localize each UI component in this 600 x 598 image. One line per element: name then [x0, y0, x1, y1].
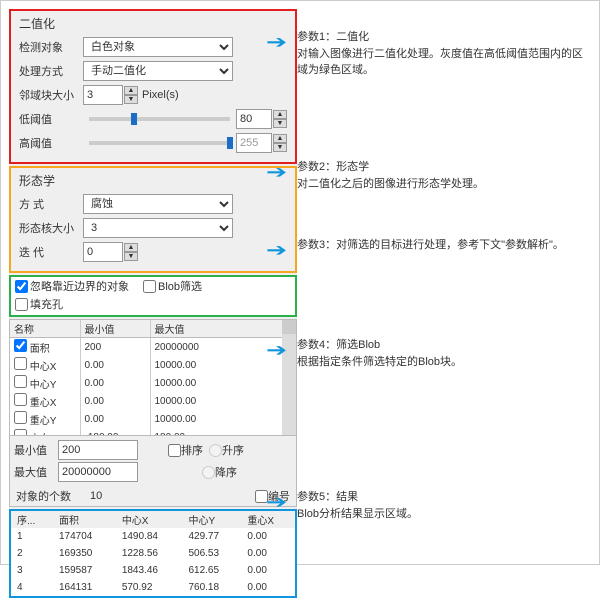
mode-label: 方 式: [19, 196, 83, 212]
panel-result: 序...面积中心X中心Y重心X 11747041490.84429.770.00…: [9, 509, 297, 598]
col-header[interactable]: 中心Y: [182, 511, 241, 528]
table-row[interactable]: 4164131570.92760.180.00: [11, 579, 295, 596]
spin-down-icon[interactable]: ▼: [124, 95, 138, 104]
spin-up-icon[interactable]: ▲: [124, 243, 138, 252]
row-checkbox[interactable]: [14, 339, 27, 352]
table-row[interactable]: 方向-180.00180.00: [10, 428, 296, 436]
low-input[interactable]: [236, 109, 272, 129]
min-input[interactable]: [58, 440, 138, 460]
arrow-icon: ➔: [266, 159, 287, 186]
col-header[interactable]: 面积: [53, 511, 116, 528]
iter-input[interactable]: [83, 242, 123, 262]
panel-morphology: 形态学 方 式 腐蚀 形态核大小 3 迭 代 ▲▼: [9, 166, 297, 273]
table-row[interactable]: 中心X0.0010000.00: [10, 356, 296, 374]
spin-up-icon: ▲: [273, 134, 287, 143]
fill-hole-checkbox[interactable]: [15, 298, 28, 311]
arrow-icon: ➔: [266, 337, 287, 364]
neighbor-input[interactable]: [83, 85, 123, 105]
table-row[interactable]: 重心X0.0010000.00: [10, 392, 296, 410]
annot4-title: 参数4：筛选Blob: [297, 337, 462, 354]
ignore-border-label: 忽略靠近边界的对象: [30, 278, 129, 294]
min-label: 最小值: [14, 442, 58, 458]
desc-radio: [202, 466, 215, 479]
table-row[interactable]: 11747041490.84429.770.00: [11, 528, 295, 545]
col-name[interactable]: 名称: [10, 320, 80, 338]
row-checkbox[interactable]: [14, 375, 27, 388]
spin-down-icon[interactable]: ▼: [273, 119, 287, 128]
row-checkbox[interactable]: [14, 393, 27, 406]
method-label: 处理方式: [19, 63, 83, 79]
table-row[interactable]: 中心Y0.0010000.00: [10, 374, 296, 392]
row-checkbox[interactable]: [14, 429, 27, 436]
neighbor-label: 邻域块大小: [19, 87, 83, 103]
col-header[interactable]: 中心X: [116, 511, 183, 528]
panel-binarize: 二值化 检测对象 白色对象 处理方式 手动二值化 邻域块大小 ▲▼ Pixel(…: [9, 9, 297, 164]
sort-checkbox[interactable]: [168, 444, 181, 457]
count-label: 对象的个数: [16, 488, 90, 504]
table-row[interactable]: 重心Y0.0010000.00: [10, 410, 296, 428]
detect-select[interactable]: 白色对象: [83, 37, 233, 57]
mode-select[interactable]: 腐蚀: [83, 194, 233, 214]
high-slider[interactable]: [89, 141, 230, 145]
neighbor-unit: Pixel(s): [142, 89, 179, 101]
count-value: 10: [90, 490, 102, 502]
col-header[interactable]: 序...: [11, 511, 53, 528]
annot3-title: 参数3：对筛选的目标进行处理，参考下文"参数解析"。: [297, 237, 564, 254]
annot2-desc: 对二值化之后的图像进行形态学处理。: [297, 176, 484, 193]
annotations: ➔ 参数1：二值化 对输入图像进行二值化处理。灰度值在高低阈值范围内的区域为绿色…: [297, 9, 591, 556]
max-input[interactable]: [58, 462, 138, 482]
annot2-title: 参数2：形态学: [297, 159, 484, 176]
row-checkbox[interactable]: [14, 357, 27, 370]
ignore-border-checkbox[interactable]: [15, 280, 28, 293]
annot5-title: 参数5：结果: [297, 489, 418, 506]
kernel-label: 形态核大小: [19, 220, 83, 236]
arrow-icon: ➔: [266, 237, 287, 264]
table-row[interactable]: 面积20020000000: [10, 338, 296, 357]
table-row[interactable]: 21693501228.56506.530.00: [11, 545, 295, 562]
fill-hole-label: 填充孔: [30, 296, 63, 312]
sort-label: 排序: [181, 442, 203, 458]
low-label: 低阈值: [19, 111, 83, 127]
result-table: 序...面积中心X中心Y重心X 11747041490.84429.770.00…: [11, 511, 295, 596]
spin-down-icon[interactable]: ▼: [124, 252, 138, 261]
panel1-title: 二值化: [19, 15, 287, 32]
panel2-title: 形态学: [19, 172, 287, 189]
col-min[interactable]: 最小值: [80, 320, 150, 338]
asc-radio: [209, 444, 222, 457]
high-label: 高阈值: [19, 135, 83, 151]
method-select[interactable]: 手动二值化: [83, 61, 233, 81]
high-input: [236, 133, 272, 153]
iter-label: 迭 代: [19, 244, 83, 260]
annot5-desc: Blob分析结果显示区域。: [297, 506, 418, 523]
filter-table: 名称 最小值 最大值 面积20020000000 中心X0.0010000.00…: [10, 320, 296, 436]
annot1-desc: 对输入图像进行二值化处理。灰度值在高低阈值范围内的区域为绿色区域。: [297, 46, 591, 79]
col-max[interactable]: 最大值: [150, 320, 296, 338]
kernel-select[interactable]: 3: [83, 218, 233, 238]
blob-filter-label: Blob筛选: [158, 278, 202, 294]
annot4-desc: 根据指定条件筛选特定的Blob块。: [297, 354, 462, 371]
panel-filter-opts: 忽略靠近边界的对象 Blob筛选 填充孔: [9, 275, 297, 317]
blob-filter-checkbox[interactable]: [143, 280, 156, 293]
max-label: 最大值: [14, 464, 58, 480]
spin-up-icon[interactable]: ▲: [273, 110, 287, 119]
detect-label: 检测对象: [19, 39, 83, 55]
row-checkbox[interactable]: [14, 411, 27, 424]
arrow-icon: ➔: [266, 489, 287, 516]
low-slider[interactable]: [89, 117, 230, 121]
arrow-icon: ➔: [266, 29, 287, 56]
spin-up-icon[interactable]: ▲: [124, 86, 138, 95]
spin-down-icon: ▼: [273, 143, 287, 152]
panel-blob-filter: 名称 最小值 最大值 面积20020000000 中心X0.0010000.00…: [9, 319, 297, 507]
annot1-title: 参数1：二值化: [297, 29, 591, 46]
